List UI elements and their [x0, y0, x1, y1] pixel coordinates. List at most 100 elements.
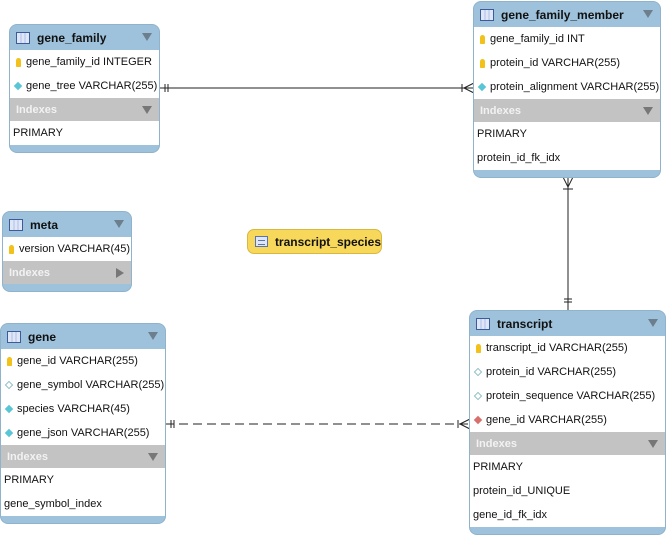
column-list: gene_family_id INTEGER gene_tree VARCHAR(…	[10, 50, 159, 98]
table-title: gene	[28, 329, 57, 344]
column-label: gene_json VARCHAR(255)	[17, 427, 150, 439]
relationship-member-to-transcript[interactable]	[562, 176, 574, 311]
column-label: gene_tree VARCHAR(255)	[26, 80, 158, 92]
column-row[interactable]: gene_id VARCHAR(255)	[470, 408, 665, 432]
indexes-header[interactable]: Indexes	[474, 99, 660, 122]
column-row[interactable]: version VARCHAR(45)	[3, 237, 131, 261]
table-icon	[7, 330, 21, 343]
column-label: gene_symbol VARCHAR(255)	[17, 379, 165, 391]
column-label: gene_id VARCHAR(255)	[486, 414, 607, 426]
nullable-column-icon	[473, 367, 483, 377]
table-title: transcript	[497, 316, 553, 331]
index-row[interactable]: PRIMARY	[470, 455, 665, 479]
column-label: protein_sequence VARCHAR(255)	[486, 390, 656, 402]
index-row[interactable]: PRIMARY	[10, 121, 159, 145]
column-row[interactable]: protein_id VARCHAR(255)	[470, 360, 665, 384]
table-icon	[476, 317, 490, 330]
table-meta[interactable]: meta version VARCHAR(45) Indexes	[3, 212, 131, 291]
column-list: version VARCHAR(45)	[3, 237, 131, 261]
table-gene[interactable]: gene gene_id VARCHAR(255) gene_symbol VARC…	[1, 324, 165, 523]
index-list: PRIMARY protein_id_fk_idx	[474, 122, 660, 170]
column-label: protein_id VARCHAR(255)	[490, 57, 621, 69]
column-label: transcript_id VARCHAR(255)	[486, 342, 628, 354]
index-row[interactable]: gene_symbol_index	[1, 492, 165, 516]
table-footer	[1, 516, 165, 523]
table-header[interactable]: gene	[1, 324, 165, 349]
view-transcript-species[interactable]: transcript_species	[247, 229, 382, 254]
collapse-icon[interactable]	[114, 220, 124, 228]
table-footer	[470, 527, 665, 534]
indexes-header[interactable]: Indexes	[1, 445, 165, 468]
index-row[interactable]: gene_id_fk_idx	[470, 503, 665, 527]
index-list: PRIMARY	[10, 121, 159, 145]
relationship-gene-family-to-member[interactable]	[159, 82, 475, 94]
table-gene-family[interactable]: gene_family gene_family_id INTEGER gene_tr…	[10, 25, 159, 152]
index-row[interactable]: PRIMARY	[474, 122, 660, 146]
collapse-icon[interactable]	[648, 319, 658, 327]
collapse-icon[interactable]	[142, 106, 152, 114]
collapse-icon[interactable]	[142, 33, 152, 41]
collapse-icon[interactable]	[648, 440, 658, 448]
not-null-column-icon	[4, 428, 14, 438]
table-title: meta	[30, 217, 59, 232]
column-row[interactable]: gene_id VARCHAR(255)	[1, 349, 165, 373]
column-label: species VARCHAR(45)	[17, 403, 130, 415]
column-list: gene_family_id INT protein_id VARCHAR(255…	[474, 27, 660, 99]
index-list: PRIMARY protein_id_UNIQUE gene_id_fk_idx	[470, 455, 665, 527]
column-label: protein_id VARCHAR(255)	[486, 366, 617, 378]
column-row[interactable]: protein_id VARCHAR(255)	[474, 51, 660, 75]
table-header[interactable]: transcript	[470, 311, 665, 336]
view-icon	[255, 236, 268, 247]
table-gene-family-member[interactable]: gene_family_member gene_family_id INT prot…	[474, 2, 660, 177]
column-list: transcript_id VARCHAR(255) protein_id VAR…	[470, 336, 665, 432]
indexes-label: Indexes	[480, 104, 521, 117]
primary-key-icon	[13, 57, 23, 67]
indexes-label: Indexes	[7, 450, 48, 463]
not-null-column-icon	[4, 404, 14, 414]
table-transcript[interactable]: transcript transcript_id VARCHAR(255) prot…	[470, 311, 665, 534]
primary-key-icon	[473, 343, 483, 353]
nullable-column-icon	[473, 391, 483, 401]
column-row[interactable]: gene_symbol VARCHAR(255)	[1, 373, 165, 397]
column-row[interactable]: gene_family_id INTEGER	[10, 50, 159, 74]
primary-key-icon	[477, 34, 487, 44]
collapse-icon[interactable]	[148, 332, 158, 340]
table-icon	[480, 8, 494, 21]
indexes-label: Indexes	[16, 103, 57, 116]
indexes-header[interactable]: Indexes	[10, 98, 159, 121]
index-row[interactable]: protein_id_UNIQUE	[470, 479, 665, 503]
table-footer	[3, 284, 131, 291]
foreign-key-icon	[473, 415, 483, 425]
table-header[interactable]: gene_family_member	[474, 2, 660, 27]
column-row[interactable]: gene_tree VARCHAR(255)	[10, 74, 159, 98]
column-row[interactable]: gene_json VARCHAR(255)	[1, 421, 165, 445]
not-null-column-icon	[477, 82, 487, 92]
column-label: gene_family_id INT	[490, 33, 585, 45]
nullable-column-icon	[4, 380, 14, 390]
expand-icon[interactable]	[116, 268, 124, 278]
column-row[interactable]: protein_alignment VARCHAR(255)	[474, 75, 660, 99]
indexes-header[interactable]: Indexes	[470, 432, 665, 455]
collapse-icon[interactable]	[148, 453, 158, 461]
column-label: version VARCHAR(45)	[19, 243, 131, 255]
relationship-gene-to-transcript[interactable]	[165, 418, 471, 430]
primary-key-icon	[4, 356, 14, 366]
table-footer	[474, 170, 660, 177]
column-row[interactable]: gene_family_id INT	[474, 27, 660, 51]
index-row[interactable]: protein_id_fk_idx	[474, 146, 660, 170]
column-row[interactable]: transcript_id VARCHAR(255)	[470, 336, 665, 360]
column-label: gene_id VARCHAR(255)	[17, 355, 138, 367]
collapse-icon[interactable]	[643, 107, 653, 115]
column-row[interactable]: protein_sequence VARCHAR(255)	[470, 384, 665, 408]
column-list: gene_id VARCHAR(255) gene_symbol VARCHAR(…	[1, 349, 165, 445]
column-row[interactable]: species VARCHAR(45)	[1, 397, 165, 421]
table-header[interactable]: gene_family	[10, 25, 159, 50]
indexes-header[interactable]: Indexes	[3, 261, 131, 284]
primary-key-icon	[477, 58, 487, 68]
index-row[interactable]: PRIMARY	[1, 468, 165, 492]
table-title: gene_family_member	[501, 7, 624, 22]
table-footer	[10, 145, 159, 152]
primary-key-icon	[6, 244, 16, 254]
collapse-icon[interactable]	[643, 10, 653, 18]
table-header[interactable]: meta	[3, 212, 131, 237]
